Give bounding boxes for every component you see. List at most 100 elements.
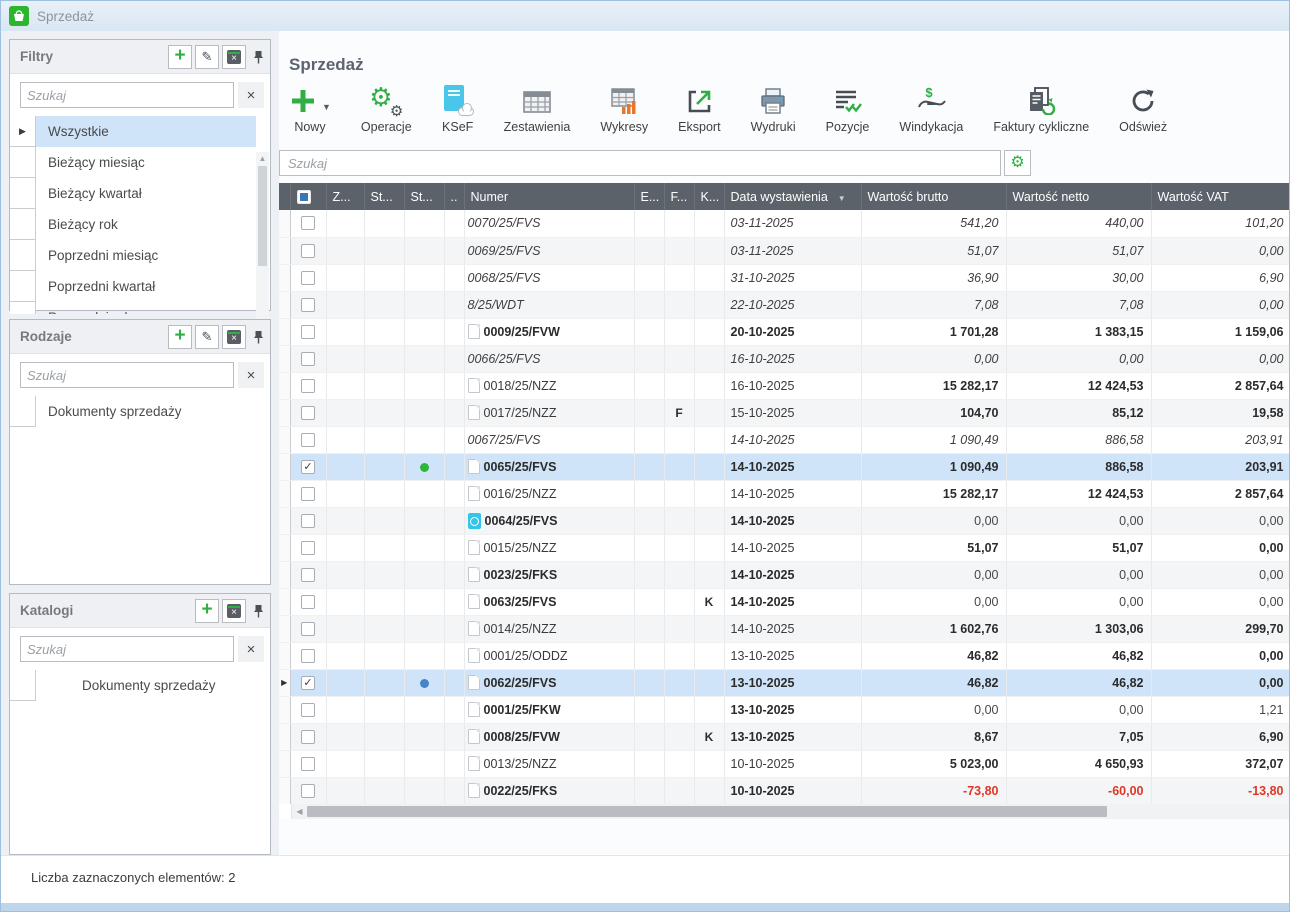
column-header[interactable]: Data wystawienia ▼ [724, 183, 862, 210]
table-row[interactable]: 0069/25/FVS 03-11-2025 51,07 51,07 0,00 [279, 237, 1289, 265]
add-filter-button[interactable]: + [168, 44, 192, 69]
table-row[interactable]: 0070/25/FVS 03-11-2025 541,20 440,00 101,20 [279, 210, 1289, 238]
export-button[interactable]: Eksport [678, 83, 721, 134]
edit-type-button[interactable]: ✎ [195, 324, 219, 349]
add-type-button[interactable]: + [168, 324, 192, 349]
delete-catalog-button[interactable] [222, 598, 246, 623]
chevron-down-icon[interactable]: ▼ [322, 102, 331, 115]
scrollbar-thumb[interactable] [258, 166, 267, 266]
column-header[interactable]: St... [364, 183, 405, 210]
row-checkbox[interactable] [301, 405, 315, 420]
column-header[interactable]: F... [664, 183, 695, 210]
debt-collection-button[interactable]: $ Windykacja [899, 83, 963, 134]
filters-search-input[interactable] [20, 82, 234, 108]
row-checkbox[interactable]: ✓ [301, 675, 315, 690]
types-clear-search-button[interactable]: × [238, 362, 264, 388]
row-checkbox[interactable] [301, 756, 315, 771]
refresh-button[interactable]: Odśwież [1119, 83, 1167, 134]
row-checkbox[interactable] [301, 297, 315, 312]
select-all-checkbox[interactable] [296, 189, 311, 204]
row-checkbox[interactable] [301, 594, 315, 609]
add-catalog-button[interactable]: + [195, 598, 219, 623]
row-checkbox[interactable] [301, 324, 315, 339]
column-header[interactable]: St... [404, 183, 445, 210]
table-row[interactable]: 0014/25/NZZ 14-10-2025 1 602,76 1 303,06 299… [279, 615, 1289, 643]
column-header[interactable] [290, 183, 327, 210]
list-item[interactable]: ▶ Wszystkie [10, 116, 256, 147]
row-checkbox[interactable] [301, 567, 315, 582]
column-header[interactable]: Wartość brutto [861, 183, 1007, 210]
list-item[interactable]: Dokumenty sprzedaży [10, 396, 270, 427]
row-checkbox[interactable] [301, 378, 315, 393]
catalogs-clear-search-button[interactable]: × [238, 636, 264, 662]
table-row[interactable]: ✓ 0065/25/FVS 14-10-2025 1 090,49 886,58 203,… [279, 453, 1289, 481]
table-row[interactable]: 8/25/WDT 22-10-2025 7,08 7,08 0,00 [279, 291, 1289, 319]
table-row[interactable]: 0068/25/FVS 31-10-2025 36,90 30,00 6,90 [279, 264, 1289, 292]
row-checkbox[interactable] [301, 243, 315, 258]
pin-icon[interactable] [253, 604, 264, 618]
row-checkbox[interactable] [301, 216, 315, 231]
column-header[interactable]: Z... [326, 183, 365, 210]
list-item[interactable]: Bieżący kwartał [10, 178, 256, 209]
table-row[interactable]: 0008/25/FVW K 13-10-2025 8,67 7,05 6,90 [279, 723, 1289, 751]
table-row[interactable]: 0023/25/FKS 14-10-2025 0,00 0,00 0,00 [279, 561, 1289, 589]
grid-search-input[interactable] [279, 150, 1001, 176]
edit-filter-button[interactable]: ✎ [195, 44, 219, 69]
items-button[interactable]: Pozycje [826, 83, 869, 134]
scroll-left-icon[interactable]: ◀ [292, 807, 307, 816]
scroll-up-icon[interactable]: ▲ [256, 152, 269, 165]
print-button[interactable]: Wydruki [751, 83, 796, 134]
row-checkbox[interactable] [301, 270, 315, 285]
table-row[interactable]: 0001/25/FKW 13-10-2025 0,00 0,00 1,21 [279, 696, 1289, 724]
column-header[interactable]: .. [444, 183, 465, 210]
table-row[interactable]: 0009/25/FVW 20-10-2025 1 701,28 1 383,15 1 1… [279, 318, 1289, 346]
row-checkbox[interactable] [301, 432, 315, 447]
operations-button[interactable]: ⚙ ⚙ Operacje [361, 82, 412, 134]
table-row[interactable]: 0016/25/NZZ 14-10-2025 15 282,17 12 424,53 2… [279, 480, 1289, 508]
row-checkbox[interactable] [301, 648, 315, 663]
row-checkbox[interactable] [301, 486, 315, 501]
scrollbar-thumb[interactable] [307, 806, 1107, 817]
list-item[interactable]: Dokumenty sprzedaży [10, 670, 270, 701]
table-row[interactable]: 0001/25/ODDZ 13-10-2025 46,82 46,82 0,00 [279, 642, 1289, 670]
row-checkbox[interactable]: ✓ [301, 459, 315, 474]
charts-button[interactable]: Wykresy [600, 83, 648, 134]
list-item[interactable]: Bieżący miesiąc [10, 147, 256, 178]
table-row[interactable]: 0018/25/NZZ 16-10-2025 15 282,17 12 424,53 2… [279, 372, 1289, 400]
column-header[interactable]: K... [694, 183, 725, 210]
table-row[interactable]: 0017/25/NZZ F 15-10-2025 104,70 85,12 19,58 [279, 399, 1289, 427]
row-checkbox[interactable] [301, 702, 315, 717]
row-checkbox[interactable] [301, 540, 315, 555]
row-checkbox[interactable] [301, 351, 315, 366]
reports-button[interactable]: Zestawienia [504, 83, 570, 134]
types-search-input[interactable] [20, 362, 234, 388]
delete-filter-button[interactable] [222, 44, 246, 69]
delete-type-button[interactable] [222, 324, 246, 349]
column-header[interactable] [279, 183, 291, 210]
pin-icon[interactable] [253, 330, 264, 344]
column-header[interactable]: Wartość netto [1006, 183, 1152, 210]
column-header[interactable]: Wartość VAT [1151, 183, 1289, 210]
pin-icon[interactable] [253, 50, 264, 64]
table-row[interactable]: ▶ ✓ 0062/25/FVS 13-10-2025 46,82 46,82 0,00 [279, 669, 1289, 697]
recurring-invoices-button[interactable]: Faktury cykliczne [993, 83, 1089, 134]
row-checkbox[interactable] [301, 513, 315, 528]
list-item[interactable]: Poprzedni kwartał [10, 271, 256, 302]
table-row[interactable]: 0066/25/FVS 16-10-2025 0,00 0,00 0,00 [279, 345, 1289, 373]
list-item[interactable]: Poprzedni miesiąc [10, 240, 256, 271]
table-row[interactable]: 0013/25/NZZ 10-10-2025 5 023,00 4 650,93 372… [279, 750, 1289, 778]
table-row[interactable]: 0063/25/FVS K 14-10-2025 0,00 0,00 0,00 [279, 588, 1289, 616]
column-header[interactable]: Numer [464, 183, 635, 210]
list-item[interactable]: Bieżący rok [10, 209, 256, 240]
catalogs-search-input[interactable] [20, 636, 234, 662]
ksef-button[interactable]: KSeF [442, 83, 474, 134]
list-item[interactable]: Poprzedni rok [10, 302, 256, 314]
table-row[interactable]: 0015/25/NZZ 14-10-2025 51,07 51,07 0,00 [279, 534, 1289, 562]
filters-clear-search-button[interactable]: × [238, 82, 264, 108]
table-row[interactable]: 0064/25/FVS 14-10-2025 0,00 0,00 0,00 [279, 507, 1289, 535]
new-button[interactable]: ▼ Nowy [289, 83, 331, 134]
grid-settings-button[interactable]: ⚙ [1004, 150, 1031, 176]
row-checkbox[interactable] [301, 729, 315, 744]
table-row[interactable]: 0067/25/FVS 14-10-2025 1 090,49 886,58 203,9… [279, 426, 1289, 454]
row-checkbox[interactable] [301, 783, 315, 798]
